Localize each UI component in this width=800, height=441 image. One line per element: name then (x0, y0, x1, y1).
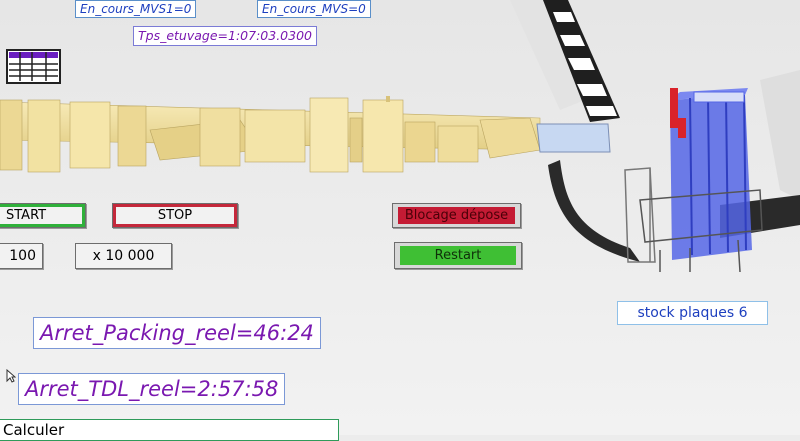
mouse-pointer-icon (6, 368, 17, 387)
transfer-plate (536, 123, 611, 153)
start-button[interactable]: START (0, 203, 86, 228)
en-cours-mvs-label: En_cours_MVS=0 (257, 0, 371, 18)
calculer-button[interactable]: Calculer (0, 419, 339, 441)
start-button-label: START (0, 204, 85, 227)
stock-plaques-label: stock plaques 6 (617, 301, 768, 325)
en-cours-mvs1-label: En_cours_MVS1=0 (75, 0, 197, 18)
stop-button[interactable]: STOP (112, 203, 238, 228)
blocage-depose-label: Blocage dépose (398, 207, 515, 224)
speed-value-button[interactable]: 100 (0, 243, 43, 269)
arret-packing-readout: Arret_Packing_reel=46:24 (33, 317, 321, 349)
speed-value-label: 100 (9, 248, 36, 264)
spreadsheet-table-icon[interactable] (6, 49, 61, 84)
restart-label: Restart (400, 246, 516, 265)
multiplier-label: x 10 000 (92, 248, 155, 264)
restart-button[interactable]: Restart (394, 242, 522, 269)
multiplier-button[interactable]: x 10 000 (75, 243, 172, 269)
blocage-depose-button[interactable]: Blocage dépose (392, 203, 521, 228)
calculer-label: Calculer (3, 421, 65, 439)
arret-tdl-readout: Arret_TDL_reel=2:57:58 (18, 373, 286, 405)
stop-button-label: STOP (113, 204, 237, 227)
tps-etuvage-label: Tps_etuvage=1:07:03.0300 (133, 26, 317, 46)
